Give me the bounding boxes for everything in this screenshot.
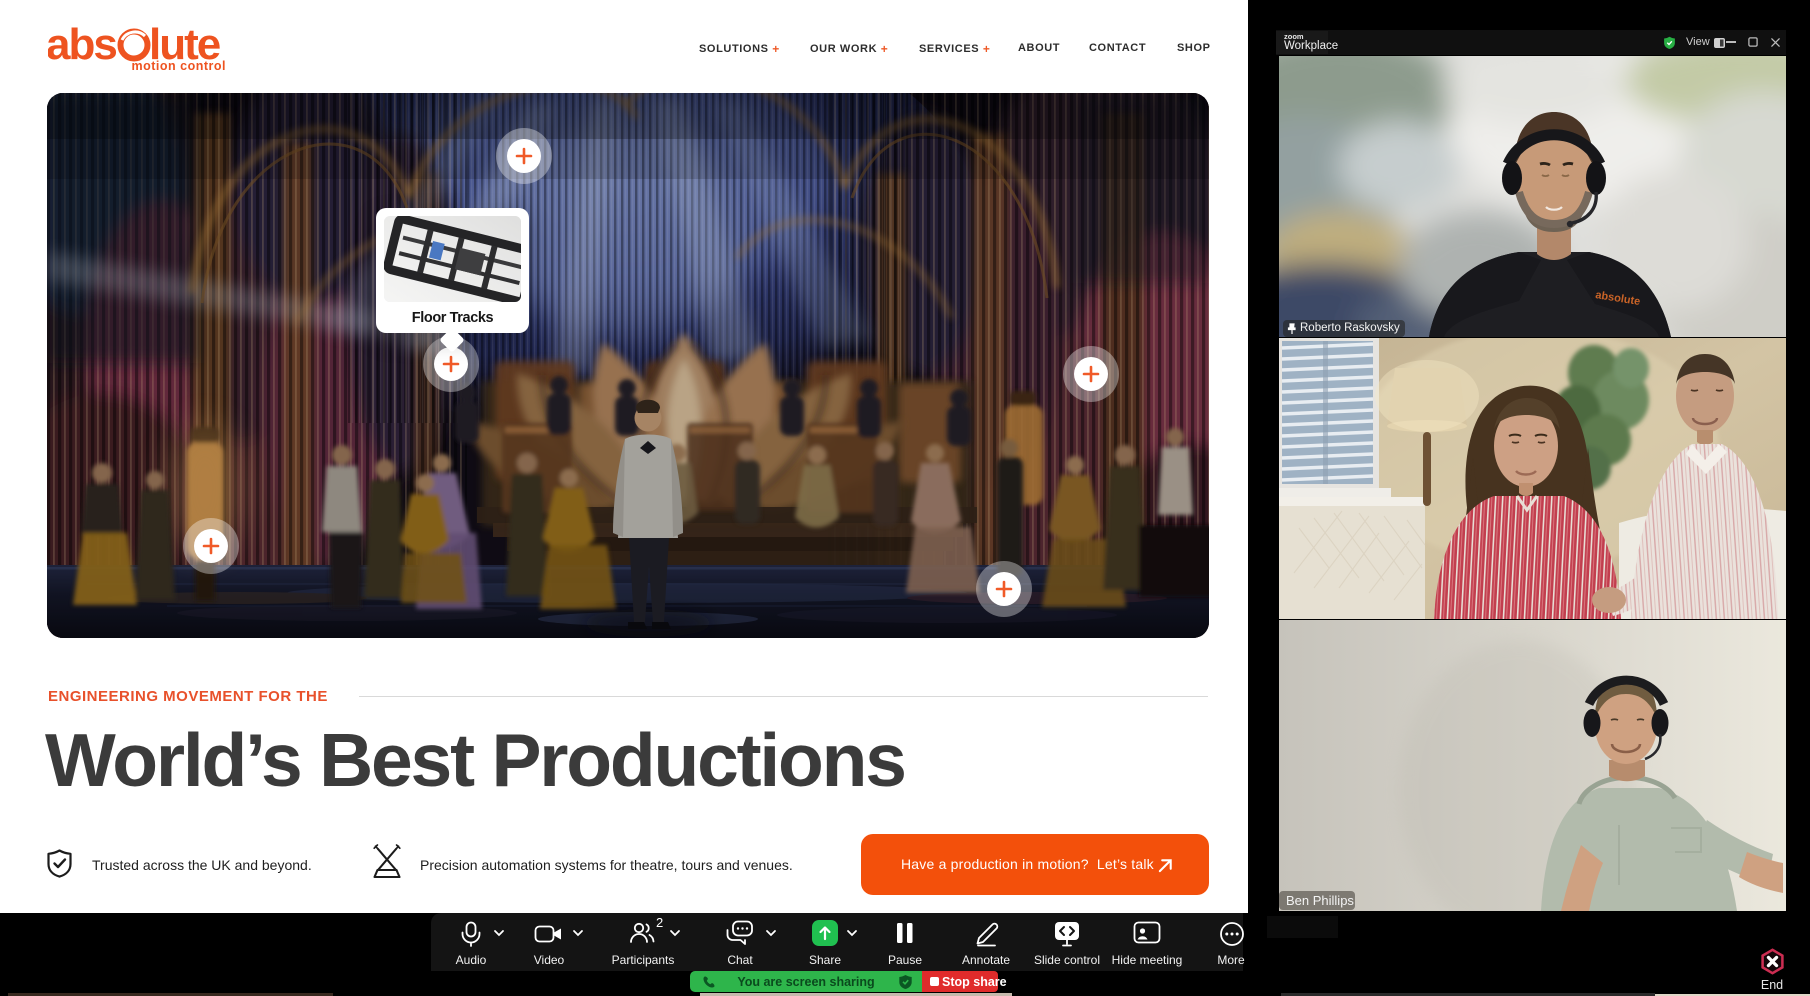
svg-text:abs: abs [48,21,116,69]
svg-text:motion control: motion control [132,59,227,71]
